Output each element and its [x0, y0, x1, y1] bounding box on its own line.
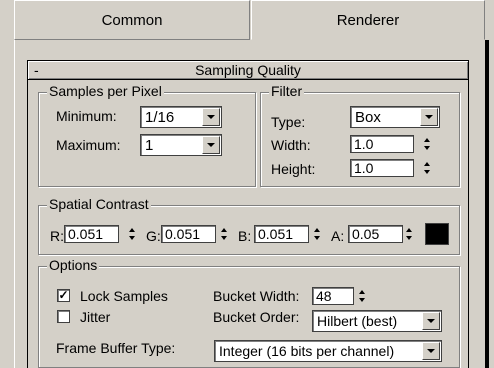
collapse-icon: - — [34, 62, 39, 78]
filter-width-field[interactable]: 1.0 — [350, 135, 414, 153]
minimum-label: Minimum: — [56, 108, 117, 124]
lock-samples-checkbox[interactable]: ✓ — [57, 289, 70, 302]
filter-title: Filter — [269, 83, 305, 99]
bucket-order-label: Bucket Order: — [213, 309, 300, 325]
frame-buffer-type-dropdown[interactable]: Integer (16 bits per channel) — [214, 340, 442, 362]
chevron-down-icon[interactable] — [202, 136, 220, 154]
filter-height-value: 1.0 — [354, 160, 374, 176]
options-title: Options — [47, 257, 100, 273]
bucket-order-value: Hilbert (best) — [317, 313, 398, 329]
bucket-width-value: 48 — [316, 288, 332, 304]
g-spinner-icon[interactable] — [220, 225, 230, 243]
r-spinner-icon[interactable] — [128, 225, 138, 243]
bucket-width-field[interactable]: 48 — [312, 287, 354, 305]
rollout-title: Sampling Quality — [195, 62, 301, 78]
checkmark-icon: ✓ — [58, 288, 69, 302]
r-value: 0.051 — [68, 226, 104, 242]
chevron-down-icon[interactable] — [422, 342, 440, 360]
filter-height-field[interactable]: 1.0 — [350, 159, 414, 177]
rollout-header-sampling-quality[interactable]: - Sampling Quality — [27, 60, 469, 80]
filter-type-label: Type: — [271, 114, 306, 130]
minimum-value: 1/16 — [145, 109, 175, 126]
filter-width-value: 1.0 — [354, 136, 374, 152]
frame-buffer-type-value: Integer (16 bits per channel) — [219, 343, 395, 359]
g-field[interactable]: 0.051 — [161, 225, 216, 243]
b-spinner-icon[interactable] — [313, 225, 323, 243]
maximum-label: Maximum: — [56, 137, 121, 153]
filter-height-spinner-icon[interactable] — [423, 159, 433, 177]
a-spinner-icon[interactable] — [405, 225, 415, 243]
filter-height-label: Height: — [271, 161, 316, 177]
tab-common-label: Common — [101, 11, 163, 29]
jitter-label[interactable]: Jitter — [80, 309, 110, 325]
a-label: A: — [331, 228, 345, 244]
maximum-dropdown[interactable]: 1 — [140, 134, 222, 156]
tab-renderer-label: Renderer — [336, 11, 400, 29]
filter-type-dropdown[interactable]: Box — [350, 106, 440, 128]
b-label: B: — [238, 228, 252, 244]
r-label: R: — [50, 228, 64, 244]
spatial-contrast-title: Spatial Contrast — [47, 196, 151, 212]
scrollbar-edge[interactable] — [485, 40, 489, 368]
bucket-order-dropdown[interactable]: Hilbert (best) — [312, 310, 442, 332]
a-value: 0.05 — [352, 226, 380, 242]
filter-width-label: Width: — [271, 137, 311, 153]
minimum-dropdown[interactable]: 1/16 — [140, 106, 222, 128]
maximum-value: 1 — [145, 137, 154, 154]
tab-renderer[interactable]: Renderer — [251, 0, 485, 40]
g-label: G: — [146, 228, 161, 244]
filter-type-value: Box — [355, 109, 381, 126]
chevron-down-icon[interactable] — [420, 108, 438, 126]
a-field[interactable]: 0.05 — [348, 225, 403, 243]
bucket-width-label: Bucket Width: — [213, 288, 300, 304]
contrast-color-swatch[interactable] — [425, 223, 449, 245]
chevron-down-icon[interactable] — [422, 312, 440, 330]
bucket-width-spinner-icon[interactable] — [358, 287, 368, 305]
g-value: 0.051 — [165, 226, 201, 242]
chevron-down-icon[interactable] — [202, 108, 220, 126]
lock-samples-label[interactable]: Lock Samples — [80, 288, 168, 304]
filter-width-spinner-icon[interactable] — [423, 135, 433, 153]
tab-common[interactable]: Common — [14, 0, 250, 40]
frame-buffer-type-label: Frame Buffer Type: — [56, 340, 176, 356]
samples-per-pixel-title: Samples per Pixel — [47, 83, 164, 99]
r-field[interactable]: 0.051 — [64, 225, 119, 243]
b-field[interactable]: 0.051 — [254, 225, 309, 243]
b-value: 0.051 — [258, 226, 294, 242]
jitter-checkbox[interactable] — [57, 310, 70, 323]
